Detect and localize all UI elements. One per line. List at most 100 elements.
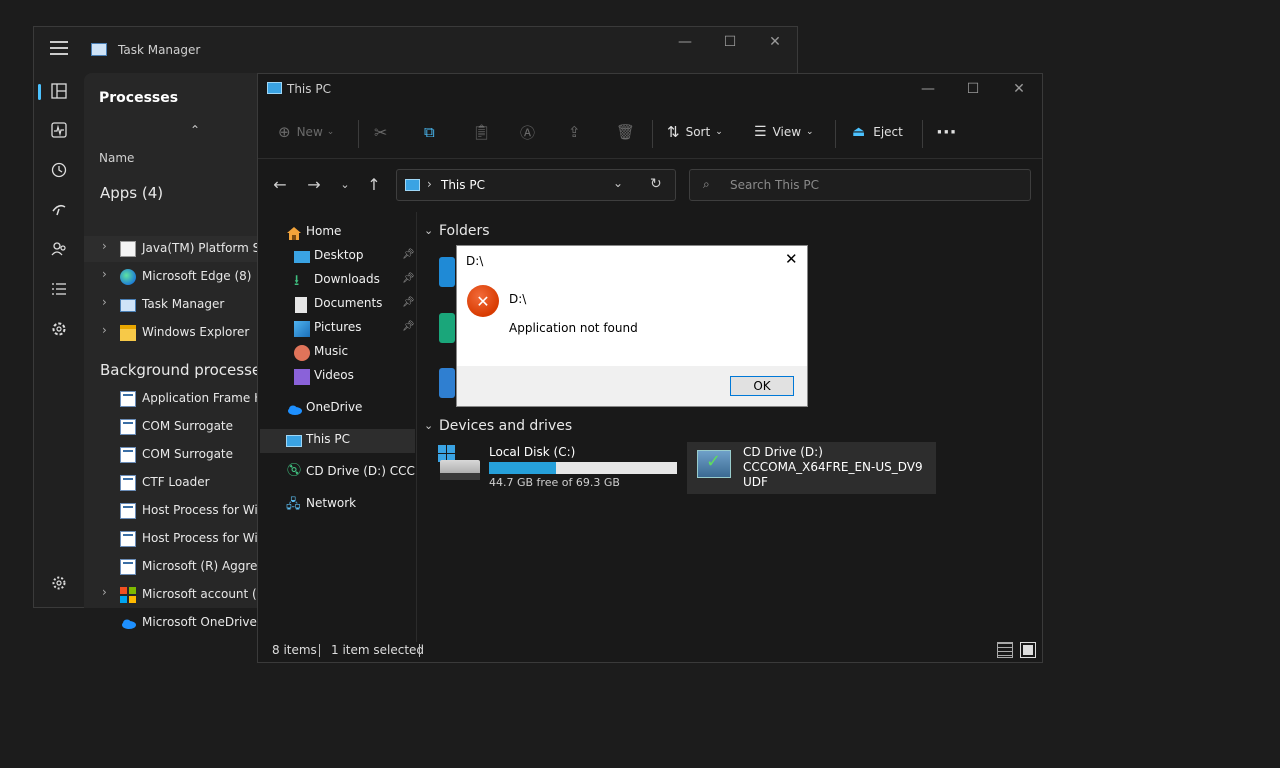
- process-name: Microsoft (R) Aggrega: [142, 559, 273, 573]
- window-process-icon: [120, 559, 136, 575]
- expand-chevron-icon[interactable]: ›: [102, 585, 107, 599]
- pin-icon[interactable]: 📌︎: [402, 321, 415, 332]
- status-item-count: 8 items: [272, 643, 317, 657]
- process-name: Host Process for Wind: [142, 531, 273, 545]
- expand-chevron-icon[interactable]: ›: [102, 323, 107, 337]
- folder-icon[interactable]: [439, 257, 455, 287]
- chevron-down-icon: ⌄: [326, 127, 335, 137]
- tiles-view-icon[interactable]: [1020, 642, 1036, 658]
- breadcrumb-this-pc[interactable]: This PC: [441, 178, 485, 192]
- copy-icon[interactable]: ⧉: [424, 112, 435, 152]
- drive-tile-d[interactable]: ✓ CD Drive (D:) CCCOMA_X64FRE_EN-US_DV9 …: [687, 442, 936, 494]
- ok-button[interactable]: OK: [730, 376, 794, 396]
- process-name: Task Manager: [142, 297, 225, 311]
- sidebar-label: Music: [314, 344, 349, 358]
- share-icon[interactable]: ⇪: [568, 112, 581, 152]
- collapse-chevron-icon[interactable]: ⌄: [424, 224, 433, 237]
- process-name: Windows Explorer: [142, 325, 250, 339]
- this-pc-icon: [405, 179, 420, 191]
- devices-section-header[interactable]: Devices and drives: [439, 418, 572, 434]
- drive-c-usage-fill: [489, 462, 556, 474]
- sidebar-item-pictures[interactable]: Pictures 📌︎: [260, 317, 415, 341]
- toolbar-divider: [358, 120, 359, 148]
- maximize-icon[interactable]: ☐: [707, 27, 753, 57]
- eject-button[interactable]: ⏏ Eject: [852, 112, 903, 152]
- window-process-icon: [120, 391, 136, 407]
- sidebar-label: Home: [306, 224, 342, 238]
- view-icon: ☰: [754, 124, 767, 140]
- startup-apps-icon[interactable]: [47, 197, 71, 221]
- folders-section-header[interactable]: Folders: [439, 223, 490, 239]
- address-dropdown-icon[interactable]: ⌄: [613, 176, 623, 190]
- delete-icon[interactable]: 🗑︎: [616, 112, 635, 152]
- close-icon[interactable]: ✕: [785, 250, 798, 268]
- drive-d-name: CD Drive (D:): [743, 445, 823, 459]
- process-name: Microsoft Edge (8): [142, 269, 252, 283]
- expand-chevron-icon[interactable]: ›: [102, 267, 107, 281]
- details-view-icon[interactable]: [997, 642, 1013, 658]
- sidebar-item-desktop[interactable]: Desktop 📌︎: [260, 245, 415, 269]
- folder-icon[interactable]: [439, 368, 455, 398]
- processes-icon[interactable]: [47, 79, 71, 103]
- pin-icon[interactable]: 📌︎: [402, 297, 415, 308]
- recent-chevron-icon[interactable]: ⌄: [331, 170, 359, 198]
- close-icon[interactable]: ✕: [752, 27, 798, 57]
- pin-icon[interactable]: 📌︎: [402, 249, 415, 260]
- details-icon[interactable]: [47, 277, 71, 301]
- sort-button[interactable]: ⇅ Sort ⌄: [667, 112, 723, 152]
- sidebar-item-cd-drive[interactable]: 💿︎ CD Drive (D:) CCCOM: [260, 461, 415, 485]
- drive-c-free-space: 44.7 GB free of 69.3 GB: [489, 476, 620, 489]
- minimize-icon[interactable]: —: [905, 74, 951, 104]
- toolbar-divider: [835, 120, 836, 148]
- drive-d-label: CCCOMA_X64FRE_EN-US_DV9: [743, 460, 923, 474]
- search-box[interactable]: ⌕ Search This PC: [689, 169, 1031, 201]
- sidebar-item-documents[interactable]: Documents 📌︎: [260, 293, 415, 317]
- settings-gear-icon[interactable]: [47, 571, 71, 595]
- drive-c-usage-bar: [489, 462, 677, 474]
- maximize-icon[interactable]: ☐: [950, 74, 996, 104]
- new-button[interactable]: ⊕ New ⌄: [278, 112, 334, 152]
- drive-d-filesystem: UDF: [743, 475, 768, 489]
- minimize-icon[interactable]: —: [662, 27, 708, 57]
- this-pc-icon: [286, 435, 302, 447]
- cut-icon[interactable]: ✂: [374, 112, 387, 152]
- expand-chevron-icon[interactable]: ›: [102, 295, 107, 309]
- sidebar-item-network[interactable]: 🖧︎ Network: [260, 493, 415, 517]
- refresh-icon[interactable]: ↻: [650, 176, 662, 192]
- forward-arrow-icon[interactable]: →: [300, 170, 328, 198]
- sidebar-item-downloads[interactable]: ⭳ Downloads 📌︎: [260, 269, 415, 293]
- drive-c-name: Local Disk (C:): [489, 445, 576, 459]
- sidebar-label: Videos: [314, 368, 354, 382]
- search-input[interactable]: Search This PC: [730, 178, 819, 192]
- hamburger-icon[interactable]: [50, 41, 68, 55]
- close-icon[interactable]: ✕: [996, 74, 1042, 104]
- address-bar[interactable]: › This PC ⌄ ↻: [396, 169, 676, 201]
- back-arrow-icon[interactable]: ←: [266, 170, 294, 198]
- more-options-icon[interactable]: ···: [936, 112, 957, 152]
- users-icon[interactable]: [47, 237, 71, 261]
- rename-icon[interactable]: Ⓐ: [520, 112, 535, 152]
- sort-chevron-up-icon[interactable]: ⌃: [190, 123, 200, 137]
- app-history-icon[interactable]: [47, 158, 71, 182]
- paste-icon[interactable]: 📋︎: [472, 112, 491, 152]
- sidebar-item-videos[interactable]: Videos: [260, 365, 415, 389]
- column-name-header[interactable]: Name: [99, 151, 134, 165]
- process-name: Microsoft OneDrive: [142, 615, 257, 629]
- sidebar-item-music[interactable]: Music: [260, 341, 415, 365]
- services-icon[interactable]: [47, 317, 71, 341]
- expand-chevron-icon[interactable]: ›: [102, 239, 107, 253]
- pin-icon[interactable]: 📌︎: [402, 273, 415, 284]
- sidebar-item-this-pc[interactable]: This PC: [260, 429, 415, 453]
- view-button[interactable]: ☰ View ⌄: [754, 112, 814, 152]
- sidebar-item-onedrive[interactable]: OneDrive: [260, 397, 415, 421]
- process-name: COM Surrogate: [142, 447, 234, 461]
- up-arrow-icon[interactable]: ↑: [360, 170, 388, 198]
- folder-icon[interactable]: [439, 313, 455, 343]
- tm-page-title: Processes: [99, 90, 179, 106]
- tm-title: Task Manager: [118, 43, 201, 57]
- drive-tile-c[interactable]: Local Disk (C:) 44.7 GB free of 69.3 GB: [434, 442, 682, 492]
- collapse-chevron-icon[interactable]: ⌄: [424, 419, 433, 432]
- performance-icon[interactable]: [47, 118, 71, 142]
- desktop-icon: [294, 251, 310, 263]
- sidebar-item-home[interactable]: Home: [260, 221, 415, 245]
